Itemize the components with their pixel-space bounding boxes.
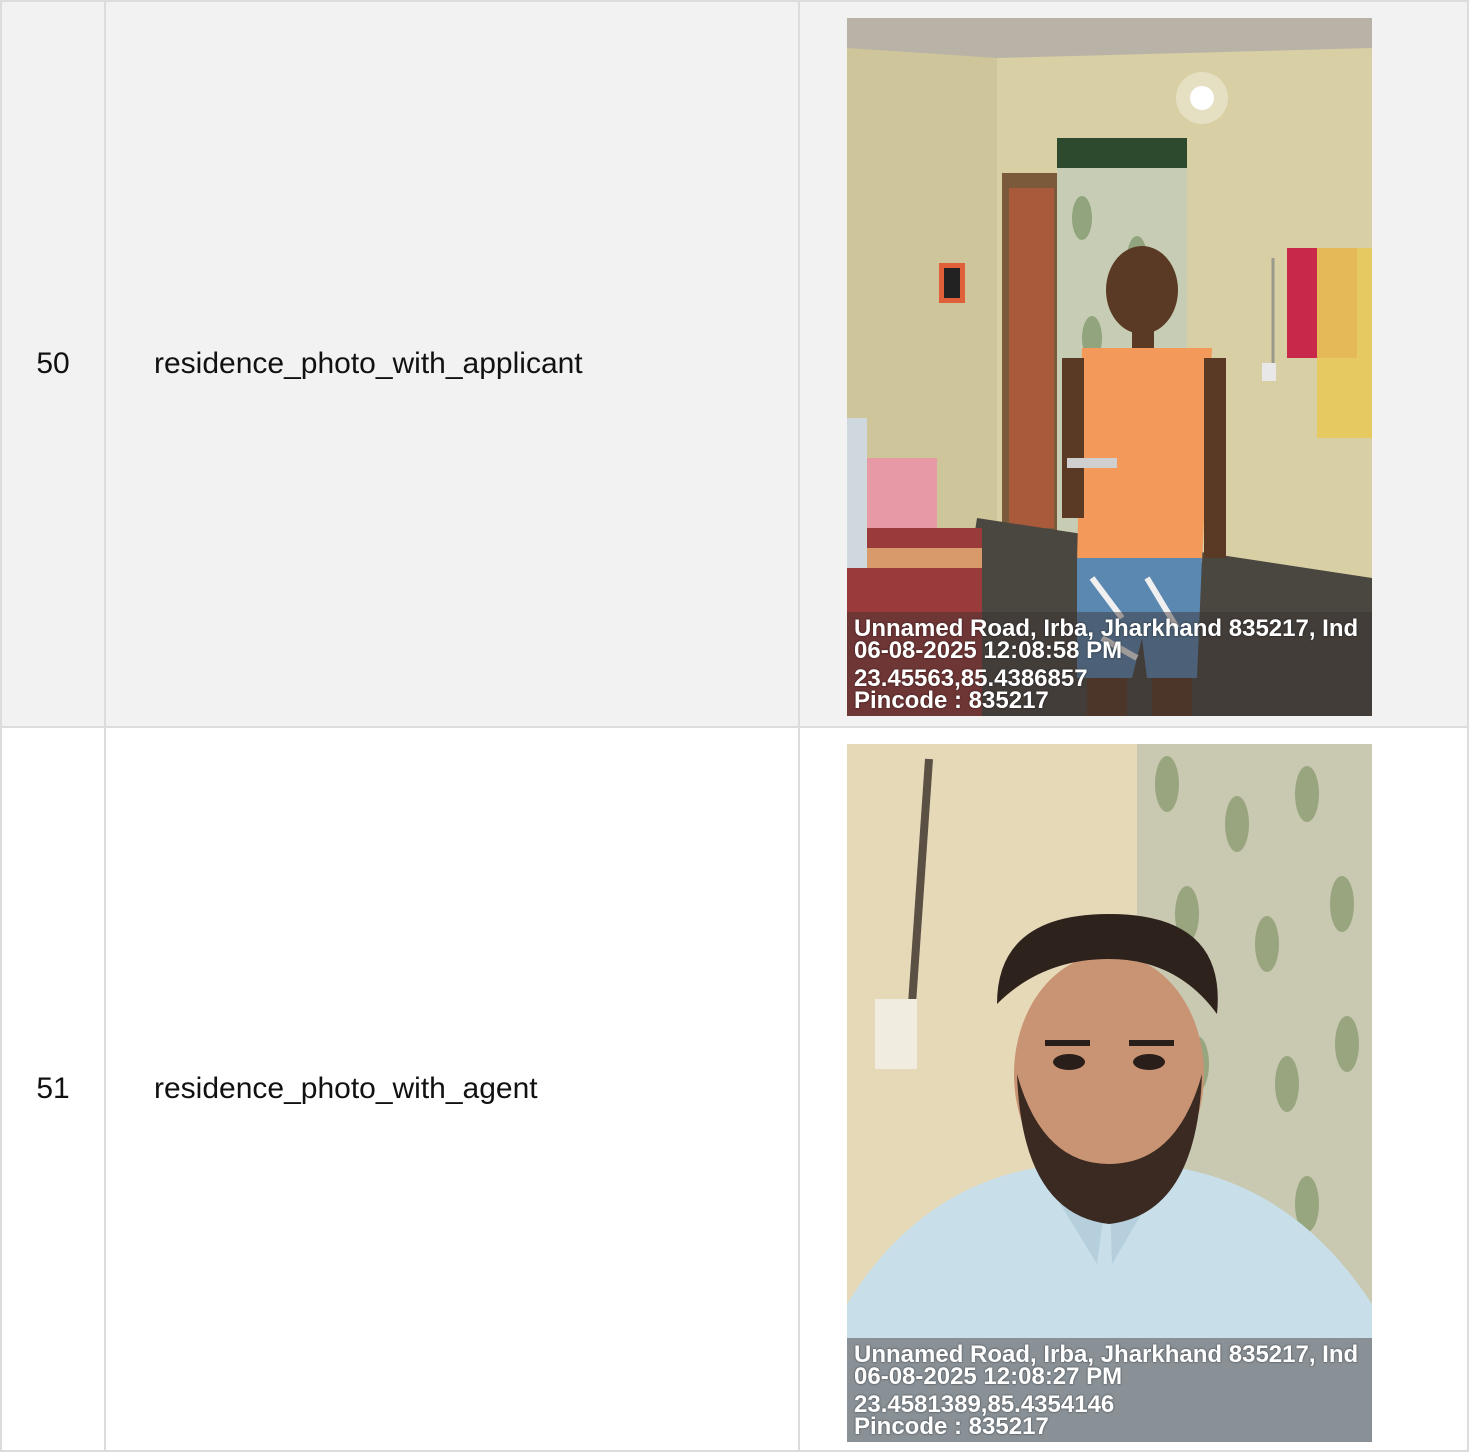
photo-geo-stamp: Unnamed Road, Irba, Jharkhand 835217, In… [847, 612, 1372, 716]
photo-cell: Unnamed Road, Irba, Jharkhand 835217, In… [798, 0, 1469, 728]
table-row: 50 residence_photo_with_applicant Unname… [0, 0, 1469, 728]
stamp-pincode: Pincode : 835217 [854, 687, 1049, 714]
photo-geo-stamp: Unnamed Road, Irba, Jharkhand 835217, In… [847, 1338, 1372, 1442]
row-number: 50 [0, 0, 106, 728]
row-number: 51 [0, 726, 106, 1452]
table-row: 51 residence_photo_with_agent Unnamed Ro… [0, 726, 1469, 1452]
field-name: residence_photo_with_applicant [104, 0, 800, 728]
stamp-datetime: 06-08-2025 12:08:58 PM [854, 637, 1123, 664]
residence-agent-photo: Unnamed Road, Irba, Jharkhand 835217, In… [847, 744, 1372, 1442]
stamp-datetime: 06-08-2025 12:08:27 PM [854, 1363, 1123, 1390]
field-name: residence_photo_with_agent [104, 726, 800, 1452]
stamp-pincode: Pincode : 835217 [854, 1413, 1049, 1440]
photo-cell: Unnamed Road, Irba, Jharkhand 835217, In… [798, 726, 1469, 1452]
residence-applicant-photo: Unnamed Road, Irba, Jharkhand 835217, In… [847, 18, 1372, 716]
document-table: 50 residence_photo_with_applicant Unname… [0, 0, 1469, 1452]
